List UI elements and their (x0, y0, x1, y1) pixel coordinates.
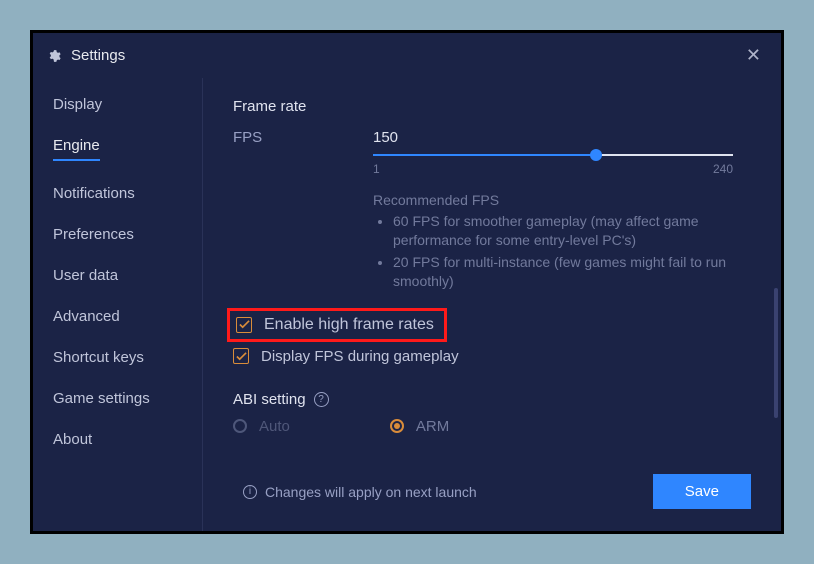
abi-title-row: ABI setting ? (233, 391, 753, 408)
slider-track (373, 154, 733, 156)
window-title: Settings (71, 47, 125, 64)
fps-col: 150 1 240 Recommended FPS 60 FPS fo (373, 129, 753, 294)
titlebar: Settings ✕ (33, 33, 781, 78)
reco-item: 60 FPS for smoother gameplay (may affect… (393, 212, 753, 250)
scrollbar[interactable] (774, 288, 778, 418)
slider-min: 1 (373, 162, 380, 176)
sidebar-item-about[interactable]: About (53, 431, 92, 448)
sidebar-item-preferences[interactable]: Preferences (53, 226, 134, 243)
fps-value: 150 (373, 129, 753, 146)
close-icon[interactable]: ✕ (740, 43, 767, 68)
recommended-fps-title: Recommended FPS (373, 192, 753, 208)
slider-labels: 1 240 (373, 162, 733, 176)
sidebar-item-user-data[interactable]: User data (53, 267, 118, 284)
footer: i Changes will apply on next launch Save (233, 460, 751, 531)
sidebar-item-notifications[interactable]: Notifications (53, 185, 135, 202)
radio-auto[interactable]: Auto (233, 418, 290, 435)
radio-circle[interactable] (390, 419, 404, 433)
radio-auto-label: Auto (259, 418, 290, 435)
footer-text: Changes will apply on next launch (265, 484, 653, 500)
abi-radio-row: Auto ARM (233, 418, 753, 435)
settings-window: Settings ✕ Display Engine Notifications … (30, 30, 784, 534)
sidebar-item-engine[interactable]: Engine (53, 137, 100, 161)
info-icon: i (243, 485, 257, 499)
sidebar-item-advanced[interactable]: Advanced (53, 308, 120, 325)
recommended-list: 60 FPS for smoother gameplay (may affect… (373, 212, 753, 291)
radio-arm[interactable]: ARM (390, 418, 449, 435)
sidebar-item-game-settings[interactable]: Game settings (53, 390, 150, 407)
chk-high-frame-label: Enable high frame rates (264, 316, 434, 334)
save-button[interactable]: Save (653, 474, 751, 509)
radio-circle[interactable] (233, 419, 247, 433)
fps-slider[interactable]: 1 240 (373, 154, 733, 176)
fps-row: FPS 150 1 240 Recommended FPS (233, 129, 753, 294)
checkbox-display-fps[interactable] (233, 348, 249, 364)
sidebar-item-shortcut-keys[interactable]: Shortcut keys (53, 349, 144, 366)
help-icon[interactable]: ? (314, 392, 329, 407)
check-icon (239, 319, 250, 330)
highlight-box: Enable high frame rates (227, 308, 447, 342)
check-icon (236, 351, 247, 362)
fps-label: FPS (233, 129, 373, 146)
slider-fill (373, 154, 596, 156)
chk-display-fps-row: Display FPS during gameplay (233, 348, 753, 365)
reco-item: 20 FPS for multi-instance (few games mig… (393, 253, 753, 291)
radio-dot (394, 423, 400, 429)
sidebar: Display Engine Notifications Preferences… (33, 78, 203, 531)
abi-title: ABI setting (233, 391, 306, 408)
slider-max: 240 (713, 162, 733, 176)
checkbox-high-frame[interactable] (236, 317, 252, 333)
gear-icon (47, 49, 61, 63)
slider-thumb[interactable] (590, 149, 602, 161)
chk-display-fps-label: Display FPS during gameplay (261, 348, 459, 365)
sidebar-item-display[interactable]: Display (53, 96, 102, 113)
radio-arm-label: ARM (416, 418, 449, 435)
frame-rate-title: Frame rate (233, 98, 753, 115)
